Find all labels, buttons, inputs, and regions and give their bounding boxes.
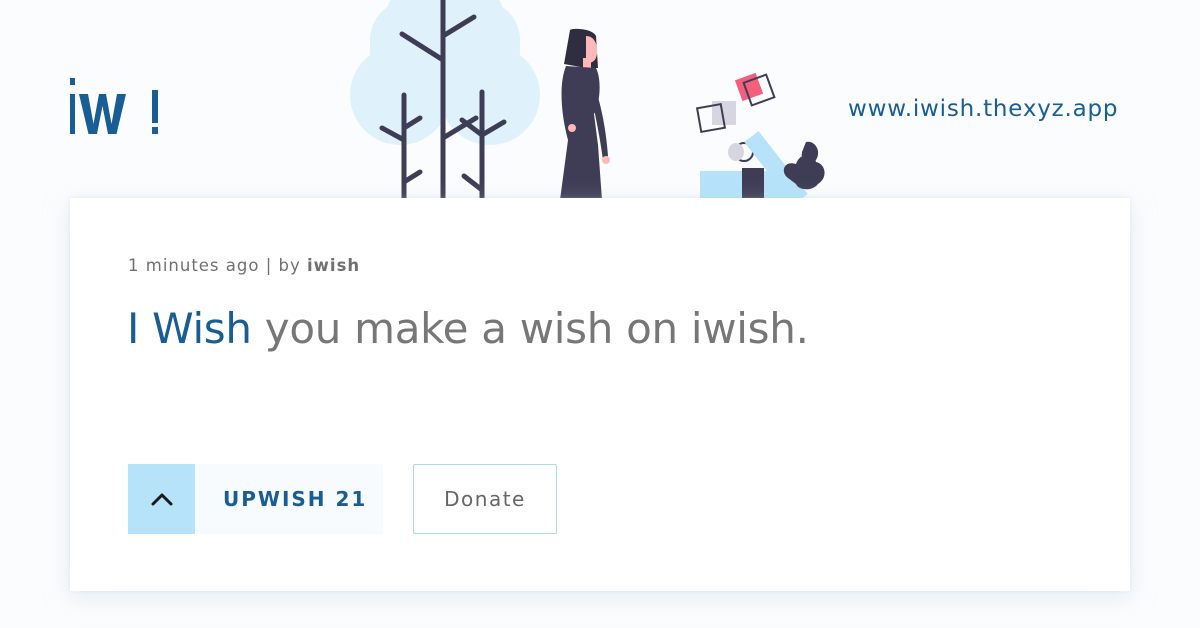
- wish-prefix: I Wish: [127, 304, 252, 353]
- wish-card: 1 minutes ago | by iwish I Wish you make…: [70, 198, 1130, 591]
- wish-timestamp: 1 minutes ago: [128, 256, 260, 275]
- wishing-illustration: [350, 0, 825, 200]
- donate-button[interactable]: Donate: [413, 464, 557, 534]
- wish-body: you make a wish on iwish.: [251, 304, 809, 353]
- iwish-logo[interactable]: [68, 78, 168, 142]
- wish-author[interactable]: iwish: [307, 256, 360, 275]
- upwish-button[interactable]: UPWISH 21: [128, 464, 383, 534]
- wish-meta: 1 minutes ago | by iwish: [128, 256, 360, 275]
- site-url-link[interactable]: www.iwish.thexyz.app: [848, 96, 1118, 122]
- iwish-logo-mark: [70, 78, 158, 134]
- upwish-arrow-box[interactable]: [128, 464, 195, 534]
- wish-meta-separator: | by: [259, 256, 308, 275]
- upwish-label: UPWISH 21: [223, 487, 368, 511]
- chevron-up-icon: [151, 493, 172, 506]
- wish-text: I Wish you make a wish on iwish.: [127, 304, 809, 353]
